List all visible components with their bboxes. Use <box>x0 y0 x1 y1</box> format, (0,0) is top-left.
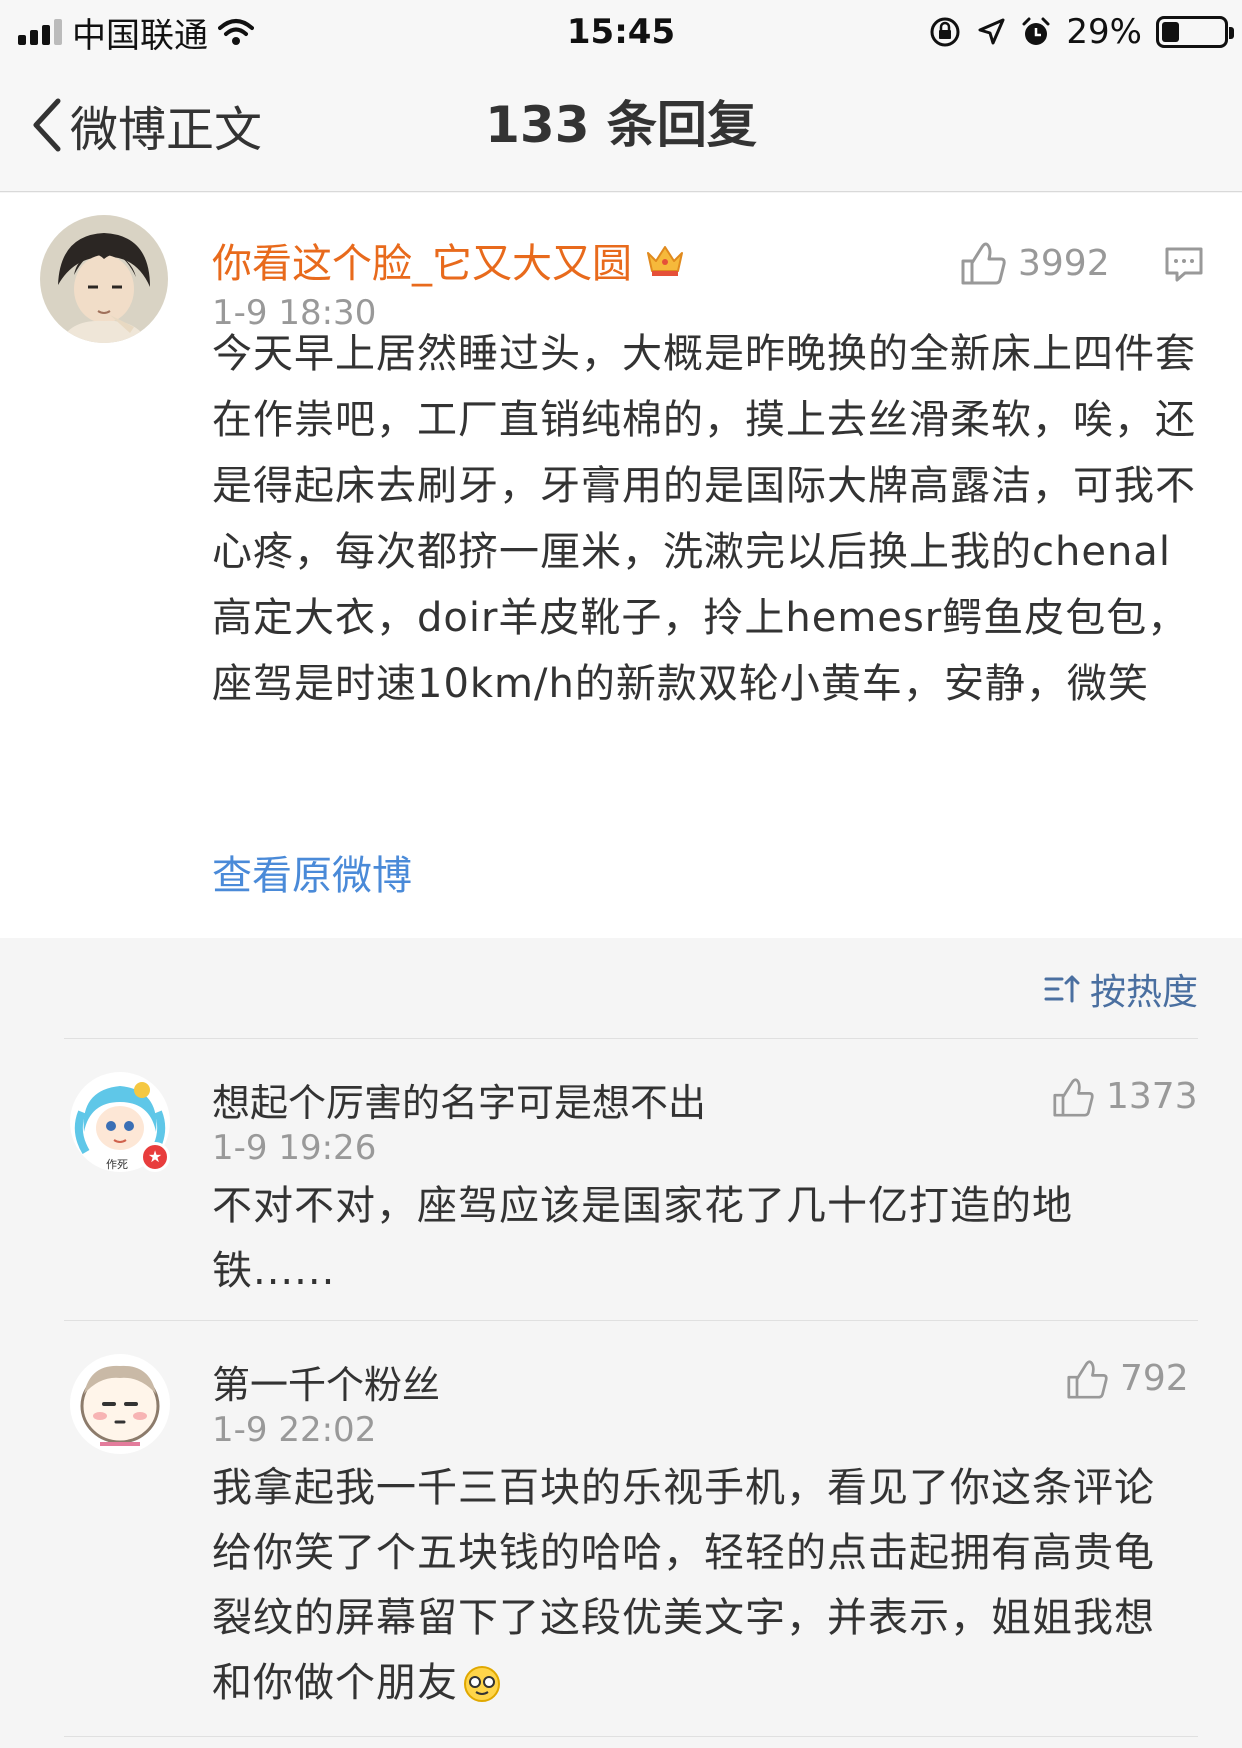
back-label: 微博正文 <box>70 102 263 158</box>
emoji-icon <box>464 1666 500 1702</box>
post-like-count: 3992 <box>1018 242 1110 284</box>
divider <box>64 1038 1198 1039</box>
status-bar-left: 中国联通 <box>18 10 254 56</box>
post-author-name[interactable]: 你看这个脸_它又大又圆 <box>212 231 632 289</box>
sort-icon <box>1044 975 1080 1003</box>
post-author-avatar[interactable] <box>40 215 168 343</box>
carrier-name: 中国联通 <box>72 15 208 56</box>
reply-like-button[interactable]: 792 <box>1066 1358 1189 1399</box>
reply-time: 1-9 19:26 <box>212 1128 377 1168</box>
reply-author-name[interactable]: 第一千个粉丝 <box>212 1354 440 1409</box>
view-original-link[interactable]: 查看原微博 <box>212 843 412 901</box>
verified-badge-icon: ★ <box>140 1142 170 1172</box>
status-bar-right: 29% <box>928 10 1234 54</box>
battery-icon <box>1156 16 1234 48</box>
post-like-button[interactable]: 3992 <box>960 241 1110 285</box>
reply-body-text: 我拿起我一千三百块的乐视手机，看见了你这条评论给你笑了个五块钱的哈哈，轻轻的点击… <box>212 1465 1155 1706</box>
comment-button[interactable] <box>1164 245 1204 287</box>
location-arrow-icon <box>978 18 1005 45</box>
reply-item: 第一千个粉丝 1-9 22:02 792 我拿起我一千三百块的乐视手机，看见了你… <box>0 1354 1242 1734</box>
reply-item: 作死 ★ 想起个厉害的名字可是想不出 1-9 19:26 1373 不对不对，座… <box>0 1072 1242 1294</box>
signal-bars-icon <box>18 19 62 45</box>
thumbs-up-icon <box>1053 1077 1094 1117</box>
reply-like-count: 792 <box>1120 1358 1189 1399</box>
crown-badge-icon <box>647 246 683 276</box>
battery-level <box>1162 22 1180 42</box>
reply-author-name[interactable]: 想起个厉害的名字可是想不出 <box>212 1072 706 1127</box>
reply-body: 不对不对，座驾应该是国家花了几十亿打造的地铁...... <box>212 1183 1073 1294</box>
chevron-left-icon <box>33 98 61 152</box>
reply-like-button[interactable]: 1373 <box>1052 1076 1198 1117</box>
wifi-icon <box>218 19 254 45</box>
back-button[interactable]: 微博正文 <box>30 92 262 158</box>
post-body: 今天早上居然睡过头，大概是昨晚换的全新床上四件套在作祟吧，工厂直销纯棉的，摸上去… <box>212 331 1196 707</box>
reply-body: 我拿起我一千三百块的乐视手机，看见了你这条评论给你笑了个五块钱的哈哈，轻轻的点击… <box>212 1456 1192 1716</box>
reply-author-avatar[interactable] <box>70 1354 170 1454</box>
reply-time: 1-9 22:02 <box>212 1410 377 1450</box>
status-bar: 中国联通 15:45 29% <box>0 0 1242 62</box>
nav-bar: 微博正文 133 条回复 <box>0 62 1242 192</box>
sort-by-hot-button[interactable]: 按热度 <box>1044 963 1198 1015</box>
comment-icon <box>1165 247 1203 282</box>
divider <box>64 1736 1198 1737</box>
alarm-icon <box>1022 17 1050 45</box>
sort-label: 按热度 <box>1089 972 1198 1013</box>
svg-text:作死: 作死 <box>106 1158 128 1171</box>
thumbs-up-icon <box>961 242 1006 285</box>
post-author-row: 你看这个脸_它又大又圆 <box>212 231 686 289</box>
rotation-lock-icon <box>930 17 960 47</box>
divider <box>64 1320 1198 1321</box>
thumbs-up-icon <box>1067 1359 1108 1399</box>
reply-like-count: 1373 <box>1106 1076 1198 1117</box>
battery-percent: 29% <box>1066 12 1142 52</box>
main-post: 你看这个脸_它又大又圆 1-9 18:30 3992 今天早上居然睡过头，大概是… <box>0 193 1242 938</box>
